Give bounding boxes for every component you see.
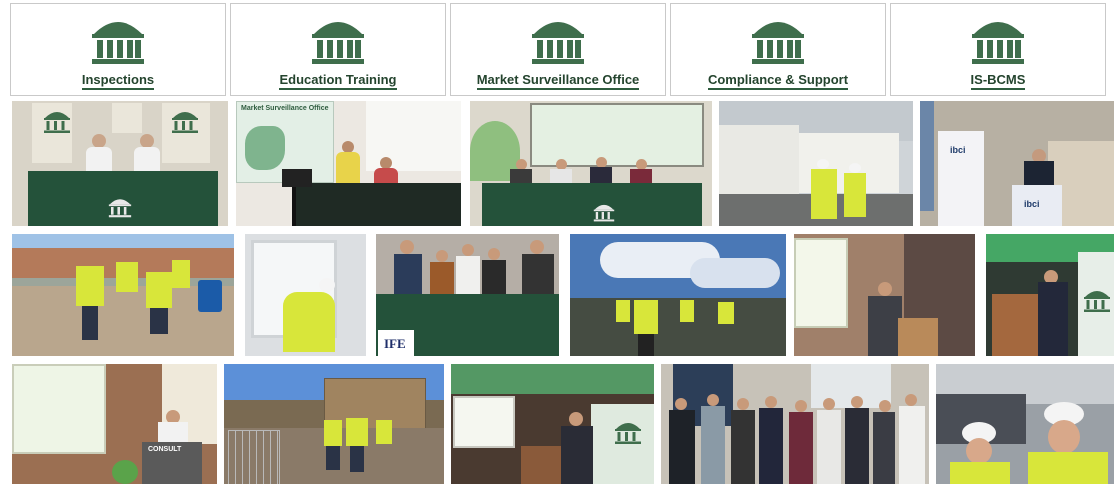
nav-label-is-bcms: IS-BCMS — [970, 72, 1026, 90]
nav-card-inspections[interactable]: Inspections — [10, 3, 226, 96]
nav-label-education-training: Education Training — [279, 72, 397, 90]
nav-card-compliance-support[interactable]: Compliance & Support — [670, 3, 886, 96]
photo-site-visit-field[interactable] — [570, 234, 786, 356]
nav-label-market-surveillance-office: Market Surveillance Office — [476, 72, 640, 90]
photo-podium-presenter[interactable]: CONSULT — [12, 364, 217, 484]
photo-window-inspection[interactable] — [245, 234, 366, 356]
ife-logo: IFE — [384, 336, 406, 351]
nav-label-compliance-support: Compliance & Support — [707, 72, 849, 90]
building-columns-icon — [44, 112, 70, 133]
photo-ibci-speaker[interactable]: ibci ibci — [920, 101, 1114, 226]
building-columns-icon — [108, 199, 132, 218]
nav-card-education-training[interactable]: Education Training — [230, 3, 446, 96]
building-columns-icon — [1084, 291, 1110, 312]
photo-housing-site-walk[interactable] — [12, 234, 234, 356]
building-columns-icon — [972, 22, 1024, 64]
slide-title: Market Surveillance Office — [241, 105, 329, 112]
photo-conference-speaker[interactable] — [794, 234, 975, 356]
photo-lectern-talk[interactable] — [451, 364, 654, 484]
nav-card-is-bcms[interactable]: IS-BCMS — [890, 3, 1106, 96]
building-columns-icon — [172, 112, 198, 133]
podium-sign: CONSULT — [148, 446, 182, 453]
building-columns-icon — [593, 204, 615, 222]
building-columns-icon — [312, 22, 364, 64]
building-columns-icon — [615, 423, 641, 444]
building-columns-icon — [532, 22, 584, 64]
photo-exhibition-stand[interactable] — [12, 101, 228, 226]
photo-inspectors-selfie[interactable] — [936, 364, 1114, 484]
photo-award-group[interactable] — [661, 364, 929, 484]
nav-card-market-surveillance-office[interactable]: Market Surveillance Office — [450, 3, 666, 96]
building-columns-icon — [752, 22, 804, 64]
photo-ife-stand[interactable]: IFE — [376, 234, 559, 356]
ibci-podium-text: ibci — [1024, 199, 1040, 209]
photo-presentation-stage[interactable]: Market Surveillance Office — [236, 101, 461, 226]
nav-label-inspections: Inspections — [81, 72, 155, 90]
photo-panel-discussion[interactable] — [470, 101, 712, 226]
photo-construction-site[interactable] — [224, 364, 444, 484]
building-columns-icon — [92, 22, 144, 64]
photo-site-inspection-building[interactable] — [719, 101, 913, 226]
photo-green-podium-speaker[interactable] — [986, 234, 1114, 356]
ibci-banner-text: ibci — [950, 145, 966, 155]
